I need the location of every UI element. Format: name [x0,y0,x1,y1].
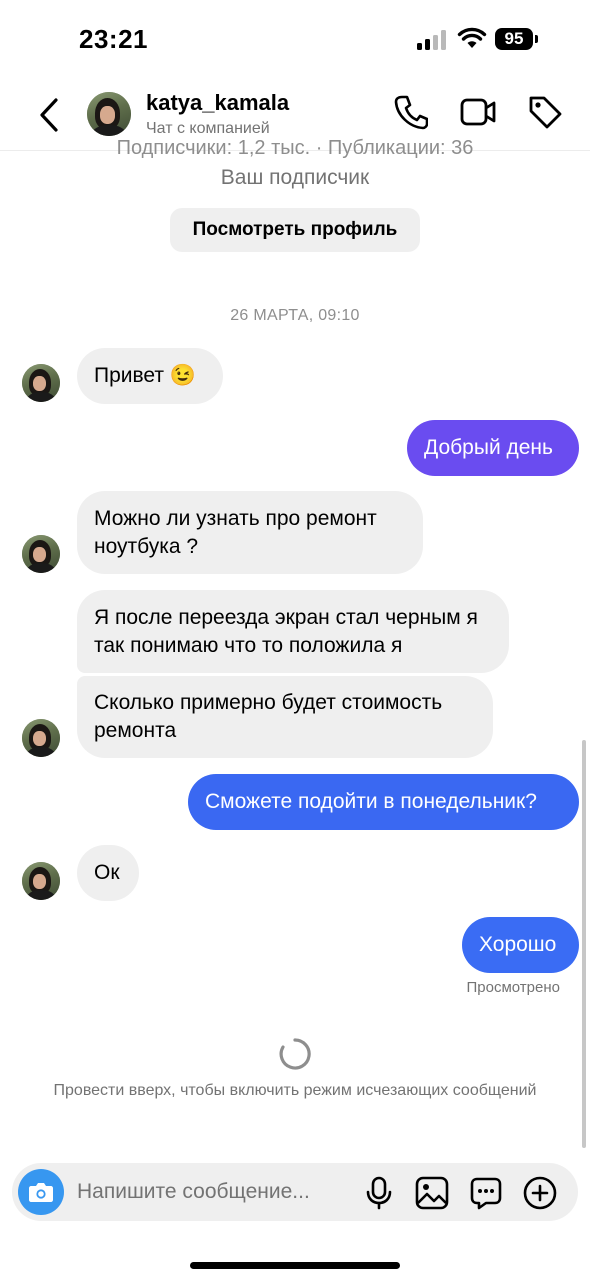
cellular-signal-icon [417,30,446,50]
tag-icon[interactable] [527,94,563,132]
home-indicator[interactable] [190,1262,400,1269]
chevron-left-icon[interactable] [34,94,64,136]
date-separator: 26 МАРТА, 09:10 [230,307,360,324]
sender-avatar[interactable] [22,862,60,900]
message-composer [12,1163,578,1221]
message-bubble-incoming[interactable]: Я после переезда экран стал черным я так… [77,590,509,673]
message-bubble-outgoing[interactable]: Хорошо [462,917,579,973]
status-bar: 23:21 95 [0,0,590,80]
phone-icon[interactable] [394,94,428,130]
message-bubble-incoming[interactable]: Привет 😉 [77,348,223,404]
message-bubble-outgoing[interactable]: Сможете подойти в понедельник? [188,774,579,830]
gallery-icon[interactable] [415,1176,449,1210]
follower-label: Ваш подписчик [220,166,370,189]
message-bubble-incoming[interactable]: Можно ли узнать про ремонт ноутбука ? [77,491,423,574]
message-bubble-incoming[interactable]: Сколько примерно будет стоимость ремонта [77,676,493,758]
message-input[interactable] [77,1163,347,1221]
seen-status: Просмотрено [466,979,560,996]
microphone-icon[interactable] [365,1176,393,1210]
sender-avatar[interactable] [22,364,60,402]
plus-icon[interactable] [523,1176,557,1210]
battery-tip [535,35,538,43]
battery-indicator: 95 [495,28,539,50]
wifi-icon [457,27,487,48]
battery-level: 95 [495,28,533,50]
sender-avatar[interactable] [22,535,60,573]
contact-avatar[interactable] [87,92,131,136]
contact-subtitle: Чат с компанией [146,120,270,137]
video-icon[interactable] [460,94,496,130]
camera-icon [29,1183,53,1202]
view-profile-button[interactable]: Посмотреть профиль [170,208,420,252]
contact-name[interactable]: katya_kamala [146,90,289,116]
status-time: 23:21 [79,24,148,54]
message-bubble-incoming[interactable]: Ок [77,845,139,901]
message-bubble-outgoing[interactable]: Добрый день [407,420,579,476]
vanish-mode-hint: Провести вверх, чтобы включить режим исч… [53,1082,537,1099]
loading-spinner-icon [279,1038,311,1070]
profile-stats: Подписчики: 1,2 тыс. · Публикации: 36 [116,137,474,159]
sender-avatar[interactable] [22,719,60,757]
sticker-icon[interactable] [469,1176,503,1210]
scrollbar[interactable] [582,740,586,1148]
camera-button[interactable] [18,1169,64,1215]
